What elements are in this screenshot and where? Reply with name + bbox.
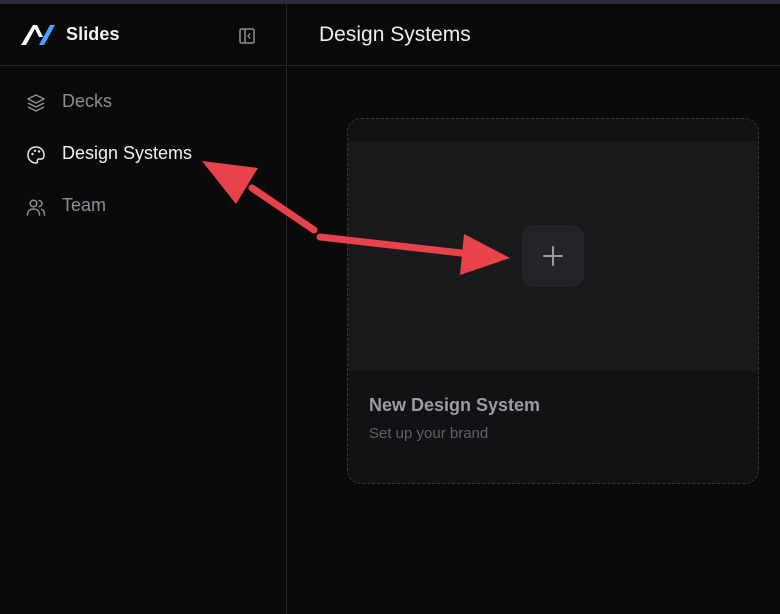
sidebar-item-label: Design Systems [62,143,193,163]
sidebar-collapse-icon[interactable] [237,26,257,46]
sidebar-item-team[interactable]: Team [0,180,286,232]
sidebar-item-label: Team [62,195,107,215]
users-icon [26,199,46,216]
slides-logo-icon [21,25,55,45]
new-design-system-button[interactable] [522,225,584,287]
plus-icon [543,246,563,266]
sidebar-item-decks[interactable]: Decks [0,76,286,128]
sidebar-item-design-systems[interactable]: Design Systems [0,128,286,180]
layers-icon [27,94,45,112]
page-title: Design Systems [319,23,471,46]
sidebar-item-label: Decks [62,91,113,111]
palette-icon [27,146,45,164]
sidebar-nav: Decks Design Systems Team [0,76,286,232]
new-design-system-card[interactable]: New Design System Set up your brand [347,118,759,484]
card-title: New Design System [369,395,541,415]
card-subtitle: Set up your brand [369,425,489,442]
card-preview [348,141,758,371]
main-header: Design Systems [288,4,780,66]
app-window: Slides Decks Design Systems Team Design … [0,0,780,614]
sidebar: Slides Decks Design Systems Team [0,4,287,614]
sidebar-header: Slides [0,4,286,66]
app-title: Slides [66,24,120,44]
